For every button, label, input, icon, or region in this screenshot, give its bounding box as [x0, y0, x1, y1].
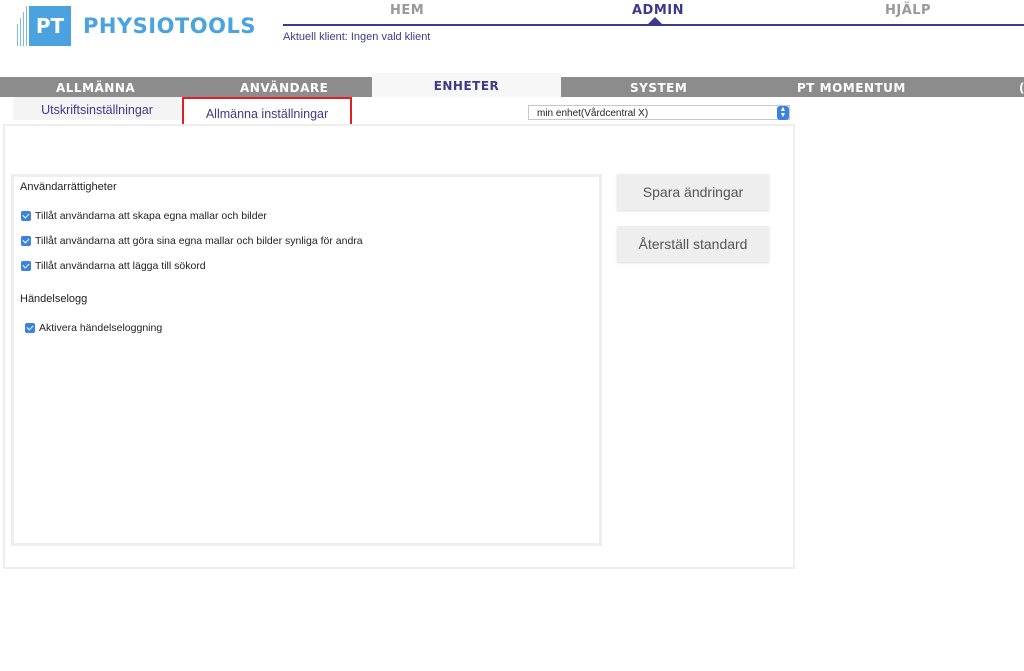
checkbox-row-create-templates[interactable]: Tillåt användarna att skapa egna mallar …	[21, 210, 267, 222]
subtab-general-settings[interactable]: Allmänna inställningar	[182, 97, 352, 127]
main-tabs: ALLMÄNNA ANVÄNDARE ENHETER SYSTEM PT MOM…	[0, 73, 1024, 97]
unit-select[interactable]: min enhet(Vårdcentral X) ▲ ▼	[528, 105, 790, 120]
checkbox-label: Aktivera händelseloggning	[39, 322, 163, 334]
tab-pt-momentum[interactable]: PT MOMENTUM	[797, 77, 906, 97]
nav-active-caret-icon	[648, 17, 662, 24]
checkbox-row-enable-logging[interactable]: Aktivera händelseloggning	[25, 322, 162, 334]
tab-allmanna[interactable]: ALLMÄNNA	[56, 77, 135, 97]
checkbox[interactable]	[25, 323, 35, 333]
subtab-print-settings[interactable]: Utskriftsinställningar	[13, 97, 181, 120]
checkbox-label: Tillåt användarna att göra sina egna mal…	[35, 235, 363, 247]
checkbox-row-share-templates[interactable]: Tillåt användarna att göra sina egna mal…	[21, 235, 363, 247]
nav-item-hem[interactable]: HEM	[390, 3, 424, 18]
tab-system[interactable]: SYSTEM	[630, 77, 687, 97]
top-nav: HEM ADMIN HJÄLP	[283, 0, 1024, 26]
checkbox-row-add-keywords[interactable]: Tillåt användarna att lägga till sökord	[21, 260, 206, 272]
logo-text: PHYSIOTOOLS	[83, 14, 256, 38]
logo-lines-icon	[15, 6, 29, 46]
nav-item-hjalp[interactable]: HJÄLP	[885, 3, 931, 18]
checkbox[interactable]	[21, 261, 31, 271]
tab-enheter[interactable]: ENHETER	[372, 73, 561, 97]
log-section-title: Händelselogg	[20, 293, 88, 305]
save-changes-button[interactable]: Spara ändringar	[617, 174, 769, 210]
logo-mark: PT	[29, 6, 71, 46]
current-client: Aktuell klient: Ingen vald klient	[283, 31, 431, 43]
select-arrows-icon: ▲ ▼	[777, 106, 789, 120]
reset-default-button[interactable]: Återställ standard	[617, 226, 769, 262]
tab-overflow[interactable]: (	[1019, 77, 1024, 97]
rights-section-title: Användarrättigheter	[20, 181, 117, 193]
unit-select-value: min enhet(Vårdcentral X)	[537, 108, 649, 119]
physiotools-logo[interactable]: PT PHYSIOTOOLS	[15, 6, 256, 46]
settings-box	[11, 174, 602, 546]
checkbox[interactable]	[21, 236, 31, 246]
nav-item-admin[interactable]: ADMIN	[632, 3, 684, 18]
tab-anvandare[interactable]: ANVÄNDARE	[240, 77, 328, 97]
checkbox-label: Tillåt användarna att lägga till sökord	[35, 260, 206, 272]
checkbox-label: Tillåt användarna att skapa egna mallar …	[35, 210, 267, 222]
checkbox[interactable]	[21, 211, 31, 221]
